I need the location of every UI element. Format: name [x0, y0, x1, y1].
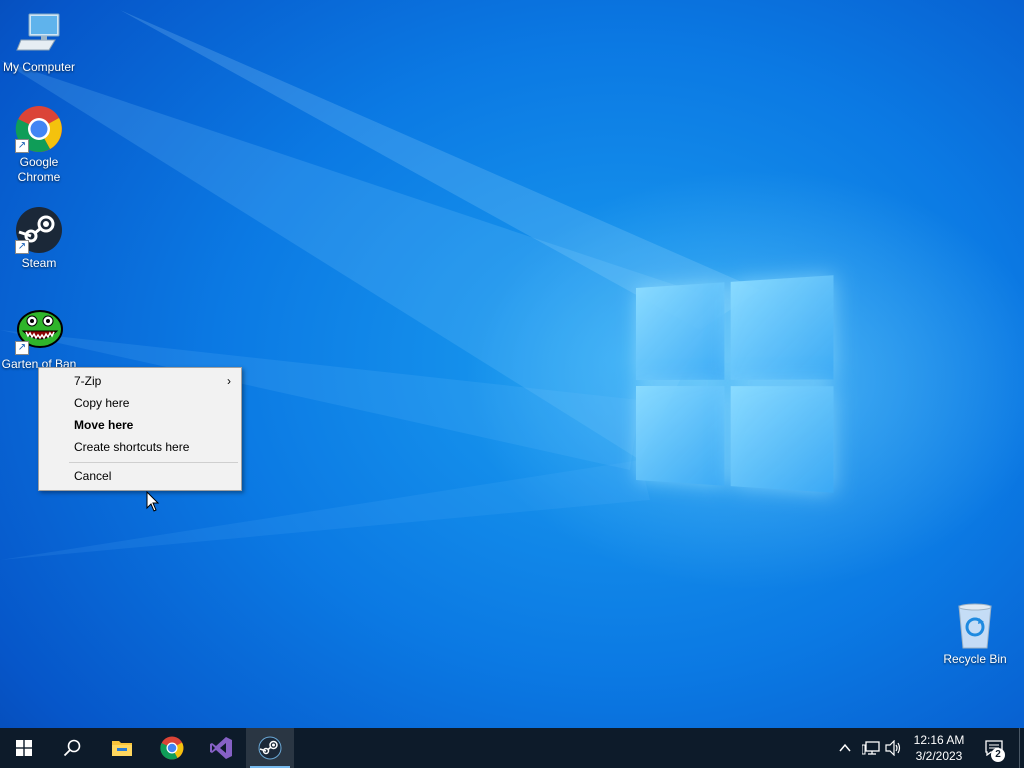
desktop-icon-label: My Computer: [2, 60, 76, 74]
menu-item-7zip[interactable]: 7-Zip ›: [39, 370, 241, 392]
menu-item-label: Cancel: [74, 469, 112, 483]
desktop-icon-recycle-bin[interactable]: Recycle Bin: [936, 602, 1014, 667]
taskbar-file-explorer[interactable]: [98, 728, 146, 768]
chrome-icon: ↗: [15, 105, 63, 153]
desktop-icon-garten-of-banban[interactable]: ↗ Garten of Ban: [0, 307, 78, 372]
chrome-icon: [160, 736, 184, 760]
notification-count-badge: 2: [991, 748, 1005, 762]
menu-item-copy-here[interactable]: Copy here: [39, 392, 241, 414]
show-desktop-button[interactable]: [1019, 728, 1020, 768]
desktop-icon-google-chrome[interactable]: ↗ Google Chrome: [0, 105, 78, 185]
windows-logo-wallpaper: [636, 275, 834, 493]
steam-icon: ↗: [15, 206, 63, 254]
taskbar-search-button[interactable]: [48, 728, 96, 768]
computer-icon: [15, 10, 63, 58]
menu-item-label: Move here: [74, 418, 134, 432]
taskbar: 12:16 AM 3/2/2023: [0, 728, 1024, 768]
menu-item-label: Copy here: [74, 396, 130, 410]
shortcut-arrow-icon: ↗: [15, 139, 29, 153]
menu-item-create-shortcuts-here[interactable]: Create shortcuts here: [39, 436, 241, 458]
shortcut-arrow-icon: ↗: [15, 341, 29, 355]
search-icon: [63, 739, 81, 757]
chevron-right-icon: ›: [227, 374, 231, 388]
taskbar-chrome[interactable]: [148, 728, 196, 768]
visual-studio-icon: [210, 737, 232, 759]
desktop-icon-my-computer[interactable]: My Computer: [0, 10, 78, 75]
volume-icon[interactable]: [885, 740, 903, 756]
menu-item-label: Create shortcuts here: [74, 440, 190, 454]
desktop-icon-label: Recycle Bin: [943, 652, 1007, 666]
taskbar-clock[interactable]: 12:16 AM 3/2/2023: [906, 732, 972, 764]
desktop-icon-label: Steam: [21, 256, 57, 270]
clock-time: 12:16 AM: [913, 733, 965, 747]
desktop[interactable]: My Computer ↗ Google Chrome ↗ Steam ↗ Ga…: [0, 0, 1024, 728]
menu-separator: [69, 462, 238, 463]
menu-item-label: 7-Zip: [74, 374, 102, 388]
chevron-up-icon[interactable]: [838, 741, 852, 755]
taskbar-steam[interactable]: [246, 728, 294, 768]
desktop-icon-steam[interactable]: ↗ Steam: [0, 206, 78, 271]
garten-of-banban-icon: ↗: [15, 307, 63, 355]
shortcut-arrow-icon: ↗: [15, 240, 29, 254]
recycle-bin-icon: [951, 602, 999, 650]
wallpaper-light-beams: [0, 10, 760, 560]
start-icon: [16, 740, 32, 756]
menu-item-cancel[interactable]: Cancel: [39, 465, 241, 487]
mouse-cursor-icon: [146, 491, 160, 512]
menu-item-move-here[interactable]: Move here: [39, 414, 241, 436]
network-icon[interactable]: [862, 740, 880, 756]
taskbar-visual-studio[interactable]: [197, 728, 245, 768]
steam-icon: [258, 736, 282, 760]
context-menu: 7-Zip › Copy here Move here Create short…: [38, 367, 242, 491]
clock-date: 3/2/2023: [915, 749, 963, 763]
start-button[interactable]: [0, 728, 48, 768]
desktop-icon-label: Google Chrome: [17, 155, 61, 184]
file-explorer-icon: [112, 741, 132, 756]
